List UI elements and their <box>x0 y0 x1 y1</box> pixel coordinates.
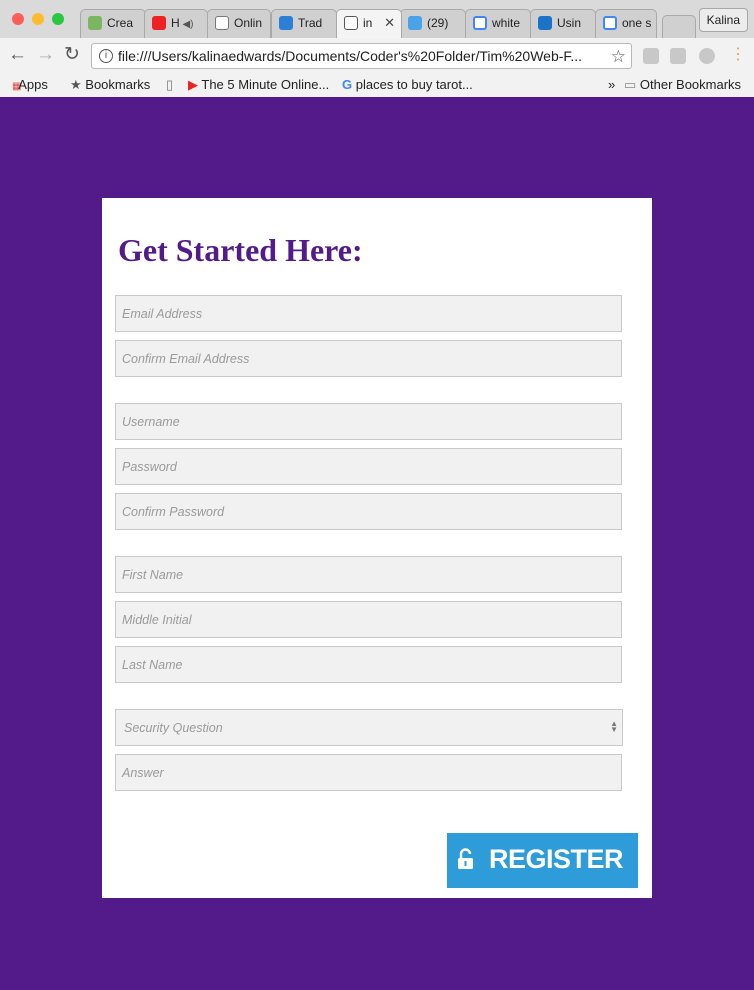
email-field[interactable]: Email Address <box>115 295 622 332</box>
youtube-icon: ▶ <box>188 77 202 92</box>
page-icon: ▯ <box>166 77 174 92</box>
tab-1[interactable]: Crea <box>80 9 146 38</box>
google-icon <box>473 16 487 30</box>
close-window-button[interactable] <box>12 13 24 25</box>
password-field[interactable]: Password <box>115 448 622 485</box>
registration-panel: Get Started Here: Email Address Confirm … <box>102 198 652 898</box>
select-arrows-icon: ▲ ▼ <box>610 719 618 734</box>
bookmark-five-minute[interactable]: ▶ The 5 Minute Online... <box>188 77 329 93</box>
extension-1b-icon[interactable] <box>643 48 659 64</box>
tab-3[interactable]: Onlin <box>207 9 271 38</box>
reload-icon[interactable]: ↻ <box>64 44 80 66</box>
bookmarks-bar: ▦ Apps ★ Bookmarks ▯ ▶ The 5 Minute Onli… <box>0 74 754 97</box>
audio-playing-icon: ◀) <box>179 19 194 30</box>
maximize-window-button[interactable] <box>52 13 64 25</box>
close-tab-icon[interactable]: ✕ <box>384 15 395 31</box>
site-icon <box>538 16 552 30</box>
middle-initial-field[interactable]: Middle Initial <box>115 601 622 638</box>
bookmark-folder[interactable]: ★ Bookmarks <box>70 77 150 93</box>
star-icon: ★ <box>70 77 86 92</box>
register-label: REGISTER <box>489 844 624 874</box>
bookmark-other[interactable]: ▭ Other Bookmarks <box>624 77 741 93</box>
last-name-field[interactable]: Last Name <box>115 646 622 683</box>
youtube-icon <box>152 16 166 30</box>
bookmark-tarot[interactable]: G places to buy tarot... <box>342 77 473 92</box>
address-bar[interactable]: i file:///Users/kalinaedwards/Documents/… <box>91 43 632 69</box>
new-tab-button[interactable] <box>662 15 696 38</box>
toolbar: ← → ↻ i file:///Users/kalinaedwards/Docu… <box>0 38 754 74</box>
bookmark-apps[interactable]: ▦ Apps <box>12 77 48 92</box>
browser-chrome: Crea H ◀) Onlin Trad in ✕ (29) white Usin… <box>0 0 754 97</box>
username-field[interactable]: Username <box>115 403 622 440</box>
tab-8[interactable]: Usin <box>530 9 596 38</box>
profile-button[interactable]: Kalina <box>698 8 748 32</box>
skype-icon[interactable] <box>699 48 715 64</box>
tab-favicon-icon <box>88 16 102 30</box>
google-icon: G <box>342 77 356 92</box>
chart-icon <box>279 16 293 30</box>
unlock-icon <box>458 848 473 869</box>
page-icon <box>344 16 358 30</box>
security-question-value: Security Question <box>124 721 223 735</box>
extension-camera-icon[interactable] <box>670 48 686 64</box>
tab-4[interactable]: Trad <box>271 9 337 38</box>
tab-7[interactable]: white <box>465 9 531 38</box>
menu-icon[interactable]: ⋮ <box>730 44 746 66</box>
tab-active[interactable]: in ✕ <box>336 9 402 38</box>
answer-field[interactable]: Answer <box>115 754 622 791</box>
confirm-password-field[interactable]: Confirm Password <box>115 493 622 530</box>
forward-icon[interactable]: → <box>36 44 55 66</box>
url-text: file:///Users/kalinaedwards/Documents/Co… <box>118 48 583 64</box>
first-name-field[interactable]: First Name <box>115 556 622 593</box>
page-icon <box>215 16 229 30</box>
bookmark-star-icon[interactable]: ☆ <box>611 47 626 67</box>
register-button[interactable]: REGISTER <box>447 833 638 888</box>
twitter-icon <box>408 16 422 30</box>
bookmark-blank-page[interactable]: ▯ <box>166 77 173 93</box>
security-question-select[interactable]: Security Question ▲ ▼ <box>115 709 623 746</box>
minimize-window-button[interactable] <box>32 13 44 25</box>
folder-icon: ▭ <box>624 77 640 92</box>
google-icon <box>603 16 617 30</box>
back-icon[interactable]: ← <box>8 44 27 66</box>
info-icon[interactable]: i <box>99 49 113 63</box>
bookmarks-overflow[interactable]: » <box>608 77 615 92</box>
tab-9[interactable]: one s <box>595 9 657 38</box>
tab-2[interactable]: H ◀) <box>144 9 208 38</box>
confirm-email-field[interactable]: Confirm Email Address <box>115 340 622 377</box>
page-title: Get Started Here: <box>118 232 363 268</box>
tab-strip: Crea H ◀) Onlin Trad in ✕ (29) white Usin… <box>0 0 754 38</box>
tab-6[interactable]: (29) <box>400 9 466 38</box>
